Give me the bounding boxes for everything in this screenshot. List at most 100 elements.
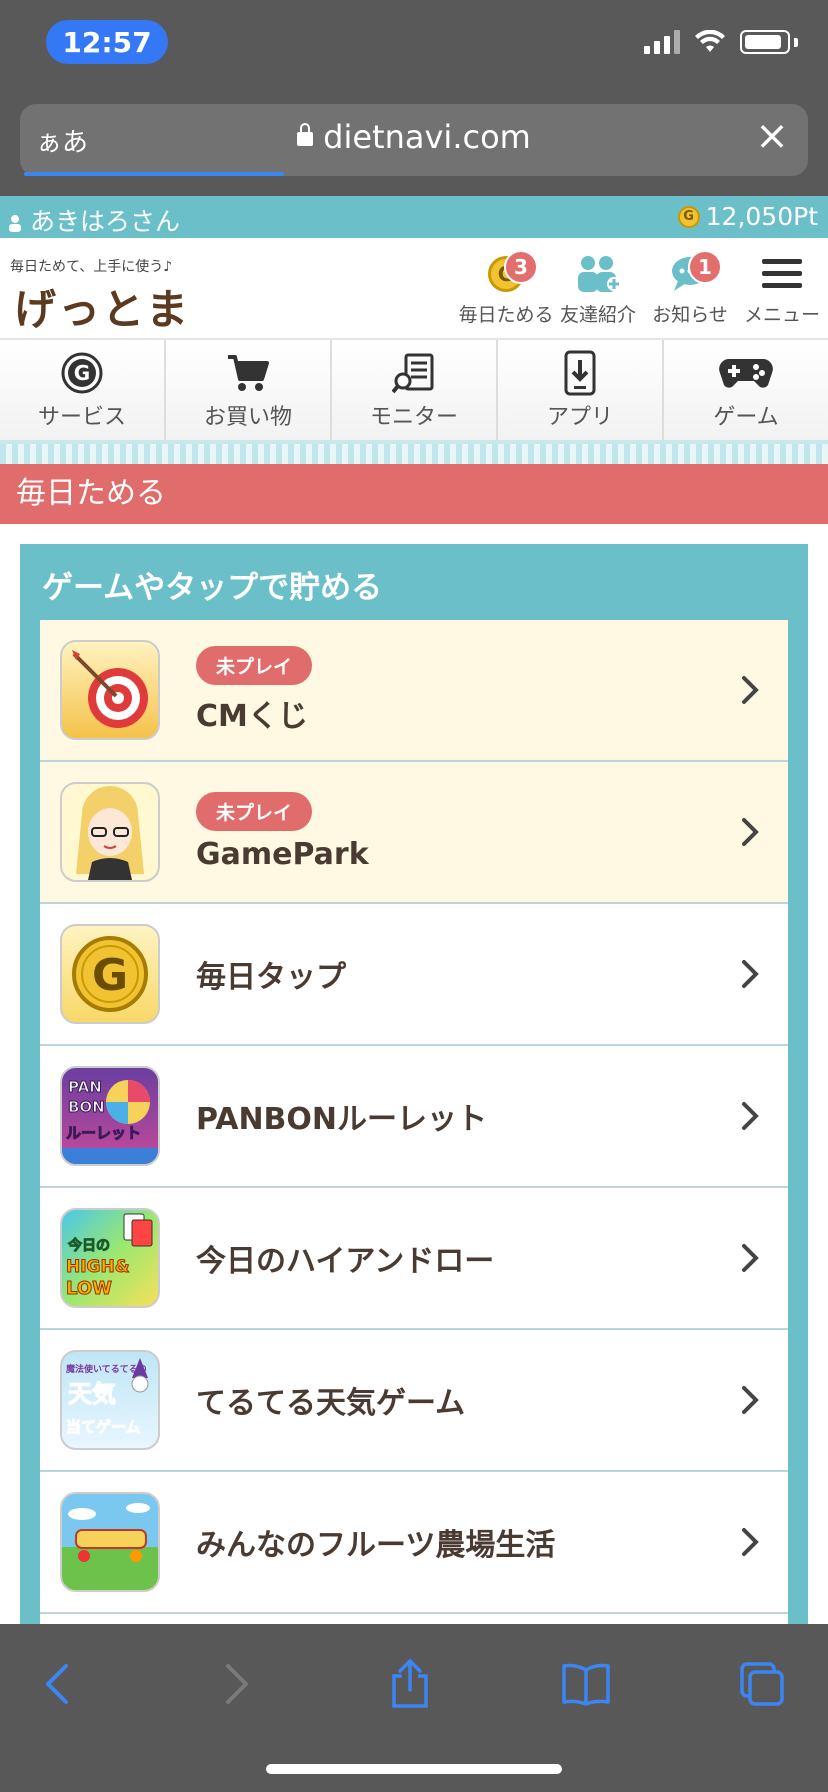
site-logo[interactable]: げっとま [14,276,190,337]
icon-text: LOW [66,1278,112,1299]
g-coin-icon: G [60,924,160,1024]
game-list: 未プレイ CMくじ 未プレイ GamePark G 毎日タップ PAN BON … [40,620,788,1634]
chevron-right-icon [742,818,759,846]
coin-icon: G [677,205,700,228]
item-title: CMくじ [196,698,308,734]
item-title: 毎日タップ [196,960,346,995]
home-indicator [266,1764,562,1774]
list-item-cm-kuji[interactable]: 未プレイ CMくじ [40,620,788,762]
back-button[interactable] [28,1654,88,1714]
panbon-roulette-icon: PAN BON ルーレット [60,1066,160,1166]
category-apps[interactable]: アプリ [498,340,664,440]
bookmarks-button[interactable] [556,1654,616,1714]
user-name: あきはろさん [29,207,180,236]
category-nav: G サービス お買い物 モニター アプリ ゲーム [0,340,828,444]
site-header: 毎日ためて、上手に使う♪ げっとま G 3 毎日ためる 友達紹介 [0,238,828,340]
hamburger-menu-icon [762,259,802,288]
notification-badge: 3 [504,250,538,284]
close-icon[interactable]: × [754,116,790,156]
category-label: モニター [369,405,458,430]
cellular-signal-icon [644,30,680,54]
icon-text: 当てゲーム [66,1418,141,1436]
games-panel: ゲームやタップで貯める 未プレイ CMくじ 未プレイ GamePark G 毎日… [20,544,808,1634]
high-low-icon: 今日の HIGH& LOW [60,1208,160,1308]
svg-text:G: G [74,361,90,385]
list-item-panbon-roulette[interactable]: PAN BON ルーレット PANBONルーレット [40,1046,788,1188]
header-nav: G 3 毎日ためる 友達紹介 1 お知らせ [458,250,828,327]
list-item-daily-tap[interactable]: G 毎日タップ [40,904,788,1046]
chevron-right-icon [742,1244,759,1272]
item-title: GamePark [196,837,369,872]
points-display[interactable]: G 12,050Pt [677,202,818,231]
icon-text: PAN [68,1078,102,1096]
tabs-button[interactable] [732,1654,792,1714]
section-title: 毎日ためる [0,464,828,524]
fruit-farm-icon [60,1492,160,1592]
phone-download-icon [564,350,596,396]
share-button[interactable] [380,1654,440,1714]
clipboard-search-icon [392,353,434,394]
category-label: サービス [37,405,126,430]
tabs-icon [740,1662,784,1706]
category-shopping[interactable]: お買い物 [166,340,332,440]
nav-label: 友達紹介 [559,304,636,326]
g-circle-icon: G [61,352,103,394]
cart-icon [228,355,269,391]
safari-toolbar [0,1624,828,1792]
browser-url-area: ぁあ dietnavi.com × [0,100,828,196]
chevron-right-icon [742,1102,759,1130]
weather-game-icon: 魔法使いてるてるの 天気 当てゲーム [60,1350,160,1450]
notification-badge: 1 [688,250,722,284]
book-icon [562,1663,610,1706]
icon-text: HIGH& [66,1257,130,1277]
address-bar[interactable]: ぁあ dietnavi.com × [20,104,808,176]
user-strip: あきはろさん G 12,050Pt [0,196,828,238]
list-item-fruit-farm[interactable]: みんなのフルーツ農場生活 [40,1472,788,1614]
gamepad-icon [719,359,773,388]
nav-friend-invite[interactable]: 友達紹介 [552,252,644,327]
url-text: dietnavi.com [323,118,531,156]
icon-text: 今日の [67,1237,110,1254]
forward-button[interactable] [206,1654,266,1714]
nav-menu[interactable]: メニュー [736,252,828,327]
category-games[interactable]: ゲーム [664,340,828,440]
item-title: てるてる天気ゲーム [196,1386,466,1421]
user-greeting[interactable]: あきはろさん [8,202,180,238]
person-icon [9,215,21,232]
friends-icon [578,256,621,292]
category-label: アプリ [546,405,613,430]
category-label: ゲーム [713,405,779,430]
status-time: 12:57 [46,20,168,64]
chevron-right-icon [742,676,759,704]
icon-text: 天気 [68,1380,116,1408]
chevron-right-icon [226,1664,248,1704]
item-title: 今日のハイアンドロー [196,1244,495,1279]
icon-text: ルーレット [66,1124,141,1142]
item-title: PANBONルーレット [196,1102,488,1137]
anime-girl-icon [60,782,160,882]
dart-target-icon [60,640,160,740]
panel-title: ゲームやタップで貯める [42,570,383,606]
list-item-gamepark[interactable]: 未プレイ GamePark [40,762,788,904]
wifi-icon [695,30,725,52]
nav-label: メニュー [743,304,820,326]
nav-daily-earn[interactable]: G 3 毎日ためる [458,250,554,327]
nav-notices[interactable]: 1 お知らせ [644,250,736,327]
battery-icon [740,30,790,54]
nav-label: 毎日ためる [458,304,554,326]
status-icons [644,30,798,54]
logo-tagline: 毎日ためて、上手に使う♪ [10,259,173,275]
chevron-right-icon [742,1528,759,1556]
decorative-stripe [0,444,828,464]
category-service[interactable]: G サービス [0,340,166,440]
battery-nub [794,37,798,47]
status-bar: 12:57 [0,0,828,100]
points-value: 12,050Pt [705,202,818,231]
url-display[interactable]: dietnavi.com [20,118,808,156]
category-monitor[interactable]: モニター [332,340,498,440]
list-item-weather-game[interactable]: 魔法使いてるてるの 天気 当てゲーム てるてる天気ゲーム [40,1330,788,1472]
chevron-left-icon [46,1664,68,1704]
unplayed-badge: 未プレイ [196,645,313,685]
nav-label: お知らせ [652,304,728,326]
list-item-high-low[interactable]: 今日の HIGH& LOW 今日のハイアンドロー [40,1188,788,1330]
